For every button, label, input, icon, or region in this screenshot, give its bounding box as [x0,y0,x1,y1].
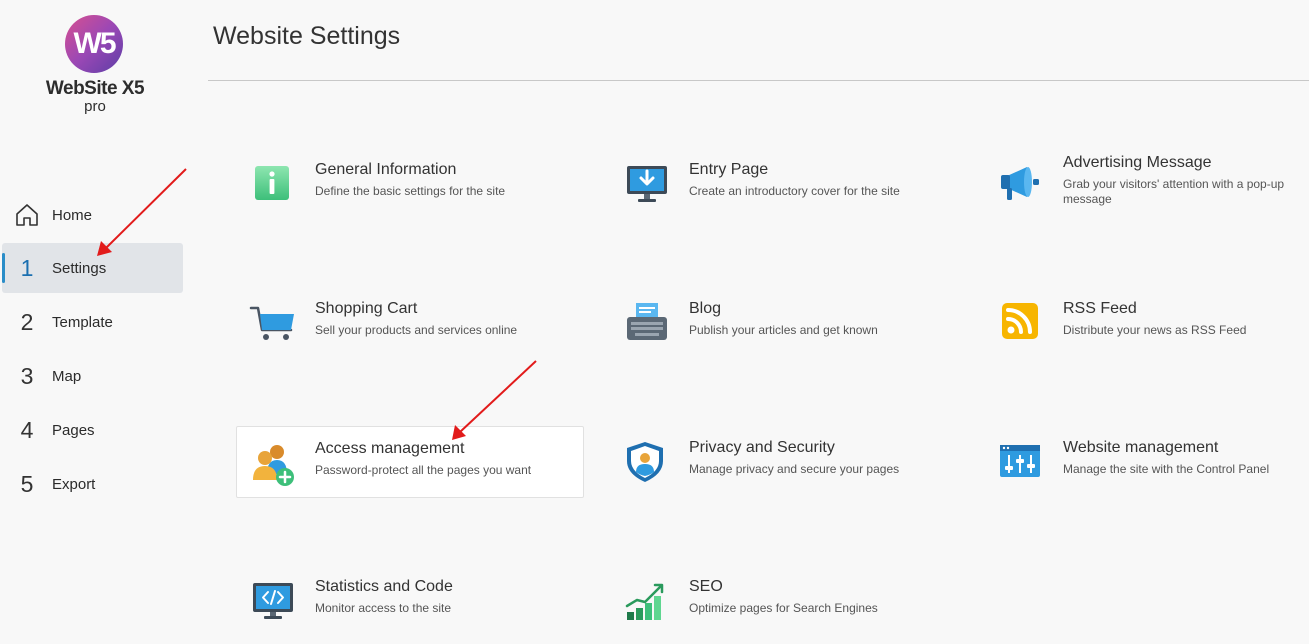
growth-chart-icon [625,583,664,620]
card-title: General Information [315,161,457,178]
code-monitor-icon [253,583,293,619]
card-privacy-security[interactable]: Privacy and Security Manage privacy and … [611,426,957,496]
shield-user-icon [627,442,663,482]
card-seo[interactable]: SEO Optimize pages for Search Engines [611,565,957,635]
step-number: 5 [20,470,34,497]
sidebar-item-label: Settings [52,259,107,277]
card-access-management[interactable]: Access management Password-protect all t… [236,426,584,498]
sidebar-item-home[interactable]: Home [2,190,183,240]
cart-icon [249,306,294,340]
sidebar-item-map[interactable]: 3 Map [2,351,183,401]
card-description: Password-protect all the pages you want [315,463,532,477]
typewriter-icon [627,303,667,340]
card-description: Publish your articles and get known [689,323,878,337]
card-advertising-message[interactable]: Advertising Message Grab your visitors' … [985,141,1309,211]
card-description: Create an introductory cover for the sit… [689,184,900,198]
sidebar-item-settings[interactable]: 1 Settings [2,243,183,293]
sidebar-item-label: Home [52,206,93,224]
card-title: Statistics and Code [315,578,453,595]
brand-edition: pro [84,98,106,115]
card-title: Entry Page [689,161,769,178]
card-title: RSS Feed [1063,300,1137,317]
card-title: SEO [689,578,723,595]
sidebar-item-label: Template [52,313,113,331]
card-website-management[interactable]: Website management Manage the site with … [985,426,1309,496]
card-description: Manage privacy and secure your pages [689,462,900,476]
sidebar-item-pages[interactable]: 4 Pages [2,405,183,455]
control-panel-icon [1000,445,1040,477]
card-shopping-cart[interactable]: Shopping Cart Sell your products and ser… [237,287,583,357]
card-title: Privacy and Security [689,439,835,456]
card-statistics-code[interactable]: Statistics and Code Monitor access to th… [237,565,583,635]
logo-mark: W5 [65,15,123,73]
sidebar: W5 WebSite X5 pro Home 1 Settings 2 Temp… [0,0,190,644]
sidebar-item-label: Pages [52,421,95,439]
card-title: Access management [315,440,465,457]
card-title: Advertising Message [1063,154,1212,171]
app-logo: W5 WebSite X5 pro [44,14,146,124]
card-title: Shopping Cart [315,300,418,317]
rss-icon [1002,303,1038,339]
card-rss-feed[interactable]: RSS Feed Distribute your news as RSS Fee… [985,287,1309,357]
card-description: Monitor access to the site [315,601,452,615]
card-general-information[interactable]: General Information Define the basic set… [237,148,583,218]
sidebar-item-label: Map [52,367,82,385]
card-description: Optimize pages for Search Engines [689,601,878,615]
megaphone-icon [1001,167,1039,200]
step-number: 4 [20,416,34,443]
sidebar-item-template[interactable]: 2 Template [2,297,183,347]
sidebar-item-export[interactable]: 5 Export [2,459,183,509]
card-description: Grab your visitors' attention with a pop… [1063,177,1285,206]
step-number: 1 [20,254,34,281]
monitor-download-icon [627,166,667,202]
card-description: Sell your products and services online [315,323,518,337]
card-description: Manage the site with the Control Panel [1063,462,1270,476]
card-blog[interactable]: Blog Publish your articles and get known [611,287,957,357]
card-title: Website management [1063,439,1219,456]
info-icon [255,166,289,200]
step-number: 2 [20,308,34,335]
card-title: Blog [689,300,722,317]
header-divider [208,80,1309,81]
card-entry-page[interactable]: Entry Page Create an introductory cover … [611,148,957,218]
brand-name: WebSite X5 [45,78,145,99]
card-description: Define the basic settings for the site [315,184,506,198]
users-add-icon [253,445,294,486]
sidebar-item-label: Export [52,475,96,493]
step-number: 3 [20,362,34,389]
card-description: Distribute your news as RSS Feed [1063,323,1247,337]
page-title: Website Settings [213,22,401,50]
home-icon [16,204,38,226]
